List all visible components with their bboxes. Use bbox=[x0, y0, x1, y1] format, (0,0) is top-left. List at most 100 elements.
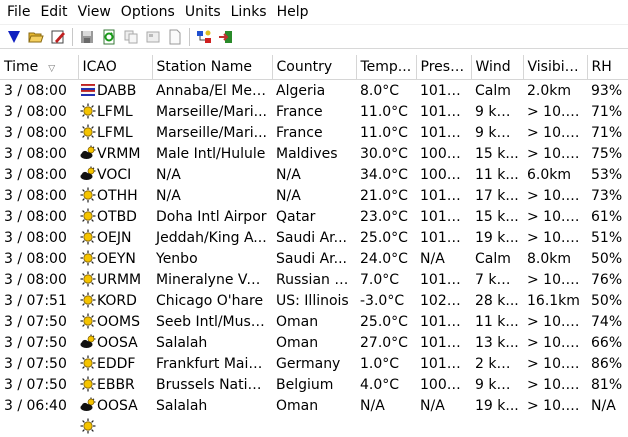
pressure-cell: 1014... bbox=[420, 124, 469, 141]
station-name-cell: Chicago O'hare bbox=[156, 292, 264, 309]
icao-code: DABB bbox=[97, 83, 137, 99]
temperature-cell: 1.0°C bbox=[360, 355, 400, 372]
time-cell: 3 / 07:50 bbox=[4, 334, 67, 351]
visibility-cell: 2.0km bbox=[527, 82, 572, 99]
properties-icon[interactable] bbox=[142, 26, 164, 48]
temperature-cell: 25.0°C bbox=[360, 229, 408, 246]
column-header-visibility[interactable]: Visibili... bbox=[523, 55, 588, 80]
icao-code: EBBR bbox=[97, 377, 135, 393]
table-row[interactable]: 3 / 08:00 OEYN Yenbo Saudi Ar... 24.0°C N/A Ca… bbox=[0, 248, 628, 269]
country-cell: Algeria bbox=[276, 82, 326, 99]
wind-cell: 11 k... bbox=[475, 166, 519, 183]
icao-cell: OOMS bbox=[78, 311, 152, 332]
station-name-cell: Mineralyne Vo... bbox=[156, 271, 269, 288]
country-cell: Russian F... bbox=[276, 271, 354, 288]
rh-cell: 75% bbox=[591, 145, 623, 162]
rh-cell: 53% bbox=[591, 166, 623, 183]
sort-arrow-icon: ▽ bbox=[48, 64, 56, 74]
table-row[interactable]: 3 / 06:40 OOSA Salalah Oman N/A N/A 19 k... > 1… bbox=[0, 395, 628, 416]
temperature-cell: 11.0°C bbox=[360, 124, 408, 141]
table-row[interactable]: 3 / 08:00 DABB Annaba/El Mel... Algeria 8.0°… bbox=[0, 80, 628, 102]
flag-icon bbox=[80, 84, 96, 96]
table-row[interactable]: 3 / 08:00 VRMM Male Intl/Hulule Maldives 30.… bbox=[0, 143, 628, 164]
temperature-cell: -3.0°C bbox=[360, 292, 405, 309]
column-header-station-name[interactable]: Station Name bbox=[152, 55, 273, 80]
menu-links[interactable]: Links bbox=[226, 0, 272, 24]
rh-cell: 93% bbox=[591, 82, 623, 99]
table-row[interactable] bbox=[0, 416, 628, 437]
table-row[interactable]: 3 / 07:50 EDDF Frankfurt Main ... Germany 1.… bbox=[0, 353, 628, 374]
menu-help[interactable]: Help bbox=[272, 0, 314, 24]
table-row[interactable]: 3 / 08:00 OTHH N/A N/A 21.0°C 1014... 17 k... >… bbox=[0, 185, 628, 206]
temperature-cell: 11.0°C bbox=[360, 103, 408, 120]
new-document-icon[interactable] bbox=[164, 26, 186, 48]
pressure-cell: 1013... bbox=[420, 355, 469, 372]
icao-code: VRMM bbox=[97, 146, 141, 162]
station-name-cell bbox=[152, 416, 272, 437]
pressure-cell bbox=[416, 416, 471, 437]
pressure-cell: 1007... bbox=[420, 166, 469, 183]
temperature-cell: 4.0°C bbox=[360, 376, 400, 393]
column-header-country[interactable]: Country bbox=[272, 55, 357, 80]
table-row[interactable]: 3 / 07:50 EBBR Brussels Natio... Belgium 4.0… bbox=[0, 374, 628, 395]
time-cell: 3 / 07:50 bbox=[4, 376, 67, 393]
pressure-cell: 1015... bbox=[420, 82, 469, 99]
rh-cell: 74% bbox=[591, 313, 623, 330]
rh-cell: 71% bbox=[591, 103, 623, 120]
pressure-cell: N/A bbox=[420, 250, 445, 267]
exit-icon[interactable] bbox=[215, 26, 237, 48]
column-header-wind[interactable]: Wind bbox=[471, 55, 524, 80]
table-row[interactable]: 3 / 08:00 VOCI N/A N/A 34.0°C 1007... 11 k... 6… bbox=[0, 164, 628, 185]
column-header-pressure[interactable]: Press... bbox=[416, 55, 472, 80]
sun-icon bbox=[80, 208, 96, 224]
country-cell: US: Illinois bbox=[276, 292, 349, 309]
sun-icon bbox=[80, 376, 96, 392]
country-cell: France bbox=[276, 124, 323, 141]
rh-cell: 73% bbox=[591, 187, 623, 204]
copy-icon[interactable] bbox=[120, 26, 142, 48]
pressure-cell: 1012... bbox=[420, 271, 469, 288]
pressure-cell: 1009... bbox=[420, 376, 469, 393]
edit-icon[interactable] bbox=[47, 26, 69, 48]
icao-cell: LFML bbox=[78, 122, 152, 143]
save-icon[interactable] bbox=[76, 26, 98, 48]
sun-icon bbox=[80, 418, 96, 434]
filter-icon[interactable] bbox=[3, 26, 25, 48]
country-cell bbox=[272, 416, 356, 437]
country-cell: Saudi Ar... bbox=[276, 250, 347, 267]
partly-cloudy-icon bbox=[80, 145, 96, 159]
menu-edit[interactable]: Edit bbox=[35, 0, 72, 24]
icao-cell: EBBR bbox=[78, 374, 152, 395]
network-icon[interactable] bbox=[193, 26, 215, 48]
menu-view[interactable]: View bbox=[73, 0, 116, 24]
wind-cell: 13 k... bbox=[475, 334, 519, 351]
table-row[interactable]: 3 / 08:00 OEJN Jeddah/King A... Saudi Ar...… bbox=[0, 227, 628, 248]
sun-icon bbox=[80, 313, 96, 329]
icao-cell: KORD bbox=[78, 290, 152, 311]
table-row[interactable]: 3 / 07:50 OOSA Salalah Oman 27.0°C 1013... 13 … bbox=[0, 332, 628, 353]
visibility-cell: > 10.0... bbox=[527, 145, 587, 162]
wind-cell: 19 k... bbox=[475, 229, 519, 246]
menu-options[interactable]: Options bbox=[116, 0, 180, 24]
icao-cell: VOCI bbox=[78, 164, 152, 185]
country-cell: France bbox=[276, 103, 323, 120]
table-row[interactable]: 3 / 08:00 LFML Marseille/Mari... France 11.0… bbox=[0, 101, 628, 122]
table-row[interactable]: 3 / 07:51 KORD Chicago O'hare US: Illinois -… bbox=[0, 290, 628, 311]
menu-file[interactable]: File bbox=[2, 0, 35, 24]
table-row[interactable]: 3 / 08:00 OTBD Doha Intl Airpor Qatar 23.0°C… bbox=[0, 206, 628, 227]
menu-units[interactable]: Units bbox=[180, 0, 226, 24]
column-header-icao[interactable]: ICAO bbox=[78, 55, 153, 80]
refresh-icon[interactable] bbox=[98, 26, 120, 48]
column-header-temperature[interactable]: Temp... bbox=[356, 55, 417, 80]
wind-cell: 28 k... bbox=[475, 292, 519, 309]
temperature-cell: 21.0°C bbox=[360, 187, 408, 204]
table-row[interactable]: 3 / 07:50 OOMS Seeb Intl/Musc... Oman 25.0°C… bbox=[0, 311, 628, 332]
open-folder-icon[interactable] bbox=[25, 26, 47, 48]
table-row[interactable]: 3 / 08:00 LFML Marseille/Mari... France 11.0… bbox=[0, 122, 628, 143]
column-header-rh[interactable]: RH bbox=[587, 55, 628, 80]
pressure-cell: 1014... bbox=[420, 187, 469, 204]
visibility-cell: > 10.0... bbox=[527, 376, 587, 393]
table-row[interactable]: 3 / 08:00 URMM Mineralyne Vo... Russian F..… bbox=[0, 269, 628, 290]
column-header-time[interactable]: Time ▽ bbox=[0, 55, 79, 80]
sun-icon bbox=[80, 229, 96, 245]
